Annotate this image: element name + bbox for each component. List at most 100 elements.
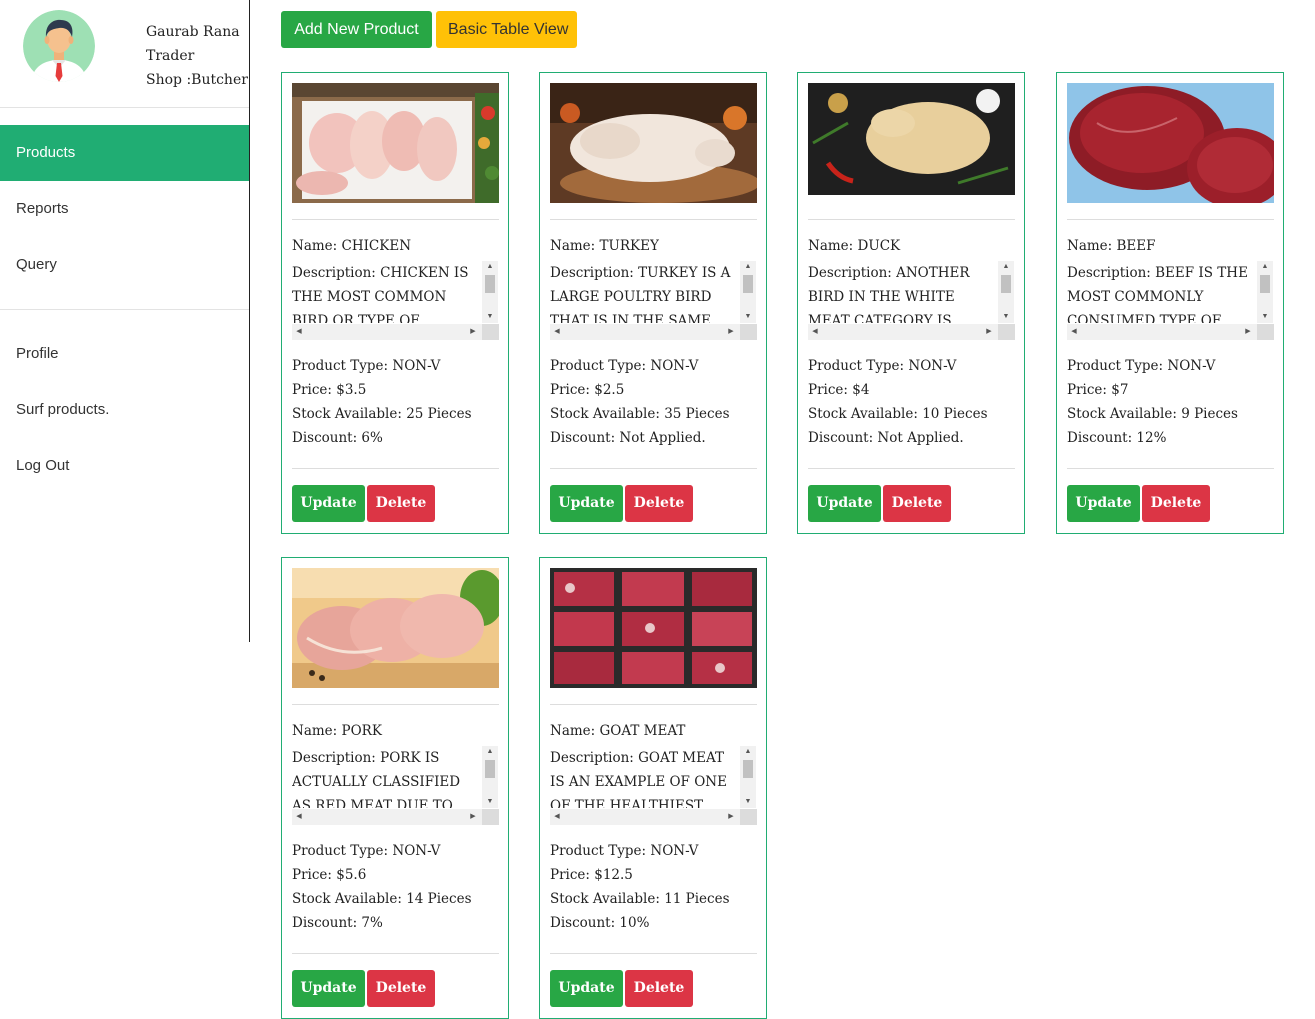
card-divider — [292, 219, 499, 220]
delete-button[interactable]: Delete — [1142, 485, 1210, 522]
product-card: Name: TURKEY Description: TURKEY IS A LA… — [539, 72, 767, 534]
scroll-down-icon[interactable]: ▼ — [1257, 311, 1273, 323]
nav-secondary: Profile Surf products. Log Out — [0, 326, 249, 494]
scroll-up-icon[interactable]: ▲ — [998, 261, 1014, 273]
horizontal-scrollbar[interactable]: ◀ ▶ — [292, 809, 499, 825]
horizontal-scrollbar[interactable]: ◀ ▶ — [292, 324, 499, 340]
user-profile: Gaurab Rana Trader Shop :Butcher — [0, 0, 249, 108]
product-discount: 10% — [619, 915, 650, 931]
card-divider — [1067, 219, 1274, 220]
card-divider — [292, 704, 499, 705]
horizontal-scrollbar[interactable]: ◀ ▶ — [550, 324, 757, 340]
user-role: Trader — [146, 48, 195, 64]
product-description-box[interactable]: Description: BEEF IS THE MOST COMMONLY C… — [1067, 261, 1274, 340]
product-name: DUCK — [857, 238, 901, 254]
scroll-left-icon[interactable]: ◀ — [550, 809, 564, 825]
card-divider — [550, 953, 757, 954]
nav-item-surf-products[interactable]: Surf products. — [0, 382, 249, 438]
card-divider — [292, 953, 499, 954]
product-description-box[interactable]: Description: GOAT MEAT IS AN EXAMPLE OF … — [550, 746, 757, 825]
scroll-right-icon[interactable]: ▶ — [982, 324, 996, 340]
scroll-right-icon[interactable]: ▶ — [466, 809, 480, 825]
nav-item-log-out[interactable]: Log Out — [0, 438, 249, 494]
horizontal-scrollbar[interactable]: ◀ ▶ — [1067, 324, 1274, 340]
nav-item-products[interactable]: Products — [0, 125, 249, 181]
update-button[interactable]: Update — [550, 485, 623, 522]
product-price: $5.6 — [336, 867, 367, 883]
product-price: $12.5 — [594, 867, 633, 883]
product-type: NON-V — [908, 358, 957, 374]
scroll-right-icon[interactable]: ▶ — [1241, 324, 1255, 340]
product-name: TURKEY — [599, 238, 659, 254]
product-description-box[interactable]: Description: CHICKEN IS THE MOST COMMON … — [292, 261, 499, 340]
product-stock: 25 Pieces — [406, 406, 472, 422]
horizontal-scrollbar[interactable]: ◀ ▶ — [808, 324, 1015, 340]
vertical-scrollbar[interactable]: ▲ ▼ — [740, 746, 756, 808]
update-button[interactable]: Update — [550, 970, 623, 1007]
avatar — [23, 10, 95, 82]
vertical-scrollbar[interactable]: ▲ ▼ — [740, 261, 756, 323]
scroll-right-icon[interactable]: ▶ — [466, 324, 480, 340]
product-description-box[interactable]: Description: ANOTHER BIRD IN THE WHITE M… — [808, 261, 1015, 340]
scroll-left-icon[interactable]: ◀ — [292, 324, 306, 340]
delete-button[interactable]: Delete — [625, 970, 693, 1007]
user-name: Gaurab Rana — [146, 24, 240, 40]
product-type: NON-V — [392, 358, 441, 374]
product-card: Name: PORK Description: PORK IS ACTUALLY… — [281, 557, 509, 1019]
product-price: $7 — [1111, 382, 1129, 398]
scroll-right-icon[interactable]: ▶ — [724, 324, 738, 340]
vertical-scrollbar[interactable]: ▲ ▼ — [998, 261, 1014, 323]
product-price: $4 — [852, 382, 870, 398]
product-card: Name: DUCK Description: ANOTHER BIRD IN … — [797, 72, 1025, 534]
vertical-scrollbar[interactable]: ▲ ▼ — [482, 746, 498, 808]
scroll-right-icon[interactable]: ▶ — [724, 809, 738, 825]
scroll-left-icon[interactable]: ◀ — [1067, 324, 1081, 340]
update-button[interactable]: Update — [292, 485, 365, 522]
delete-button[interactable]: Delete — [883, 485, 951, 522]
product-type: NON-V — [392, 843, 441, 859]
vertical-scrollbar[interactable]: ▲ ▼ — [1257, 261, 1273, 323]
scroll-up-icon[interactable]: ▲ — [482, 261, 498, 273]
product-name: PORK — [341, 723, 382, 739]
product-description-box[interactable]: Description: PORK IS ACTUALLY CLASSIFIED… — [292, 746, 499, 825]
nav-divider — [0, 309, 249, 310]
product-image-pork — [292, 568, 499, 688]
product-name: CHICKEN — [341, 238, 412, 254]
product-description-box[interactable]: Description: TURKEY IS A LARGE POULTRY B… — [550, 261, 757, 340]
product-type: NON-V — [1167, 358, 1216, 374]
product-stock: 35 Pieces — [664, 406, 730, 422]
scroll-left-icon[interactable]: ◀ — [292, 809, 306, 825]
add-new-product-button[interactable]: Add New Product — [281, 11, 432, 48]
nav-item-profile[interactable]: Profile — [0, 326, 249, 382]
scroll-down-icon[interactable]: ▼ — [998, 311, 1014, 323]
scroll-down-icon[interactable]: ▼ — [740, 311, 756, 323]
scroll-down-icon[interactable]: ▼ — [740, 796, 756, 808]
scroll-up-icon[interactable]: ▲ — [740, 746, 756, 758]
nav-item-query[interactable]: Query — [0, 237, 249, 293]
delete-button[interactable]: Delete — [367, 970, 435, 1007]
user-shop: Shop :Butcher — [146, 72, 248, 88]
product-type: NON-V — [650, 358, 699, 374]
scroll-left-icon[interactable]: ◀ — [550, 324, 564, 340]
scroll-down-icon[interactable]: ▼ — [482, 311, 498, 323]
product-image-turkey — [550, 83, 757, 203]
sidebar: Gaurab Rana Trader Shop :Butcher Product… — [0, 0, 250, 642]
vertical-scrollbar[interactable]: ▲ ▼ — [482, 261, 498, 323]
update-button[interactable]: Update — [808, 485, 881, 522]
product-name: BEEF — [1116, 238, 1156, 254]
scroll-up-icon[interactable]: ▲ — [482, 746, 498, 758]
product-image-goat-meat — [550, 568, 757, 688]
scroll-left-icon[interactable]: ◀ — [808, 324, 822, 340]
scroll-down-icon[interactable]: ▼ — [482, 796, 498, 808]
product-discount: Not Applied. — [619, 430, 706, 446]
scroll-up-icon[interactable]: ▲ — [1257, 261, 1273, 273]
update-button[interactable]: Update — [1067, 485, 1140, 522]
horizontal-scrollbar[interactable]: ◀ ▶ — [550, 809, 757, 825]
nav-item-reports[interactable]: Reports — [0, 181, 249, 237]
card-divider — [808, 468, 1015, 469]
delete-button[interactable]: Delete — [625, 485, 693, 522]
basic-table-view-button[interactable]: Basic Table View — [436, 11, 577, 48]
delete-button[interactable]: Delete — [367, 485, 435, 522]
update-button[interactable]: Update — [292, 970, 365, 1007]
scroll-up-icon[interactable]: ▲ — [740, 261, 756, 273]
